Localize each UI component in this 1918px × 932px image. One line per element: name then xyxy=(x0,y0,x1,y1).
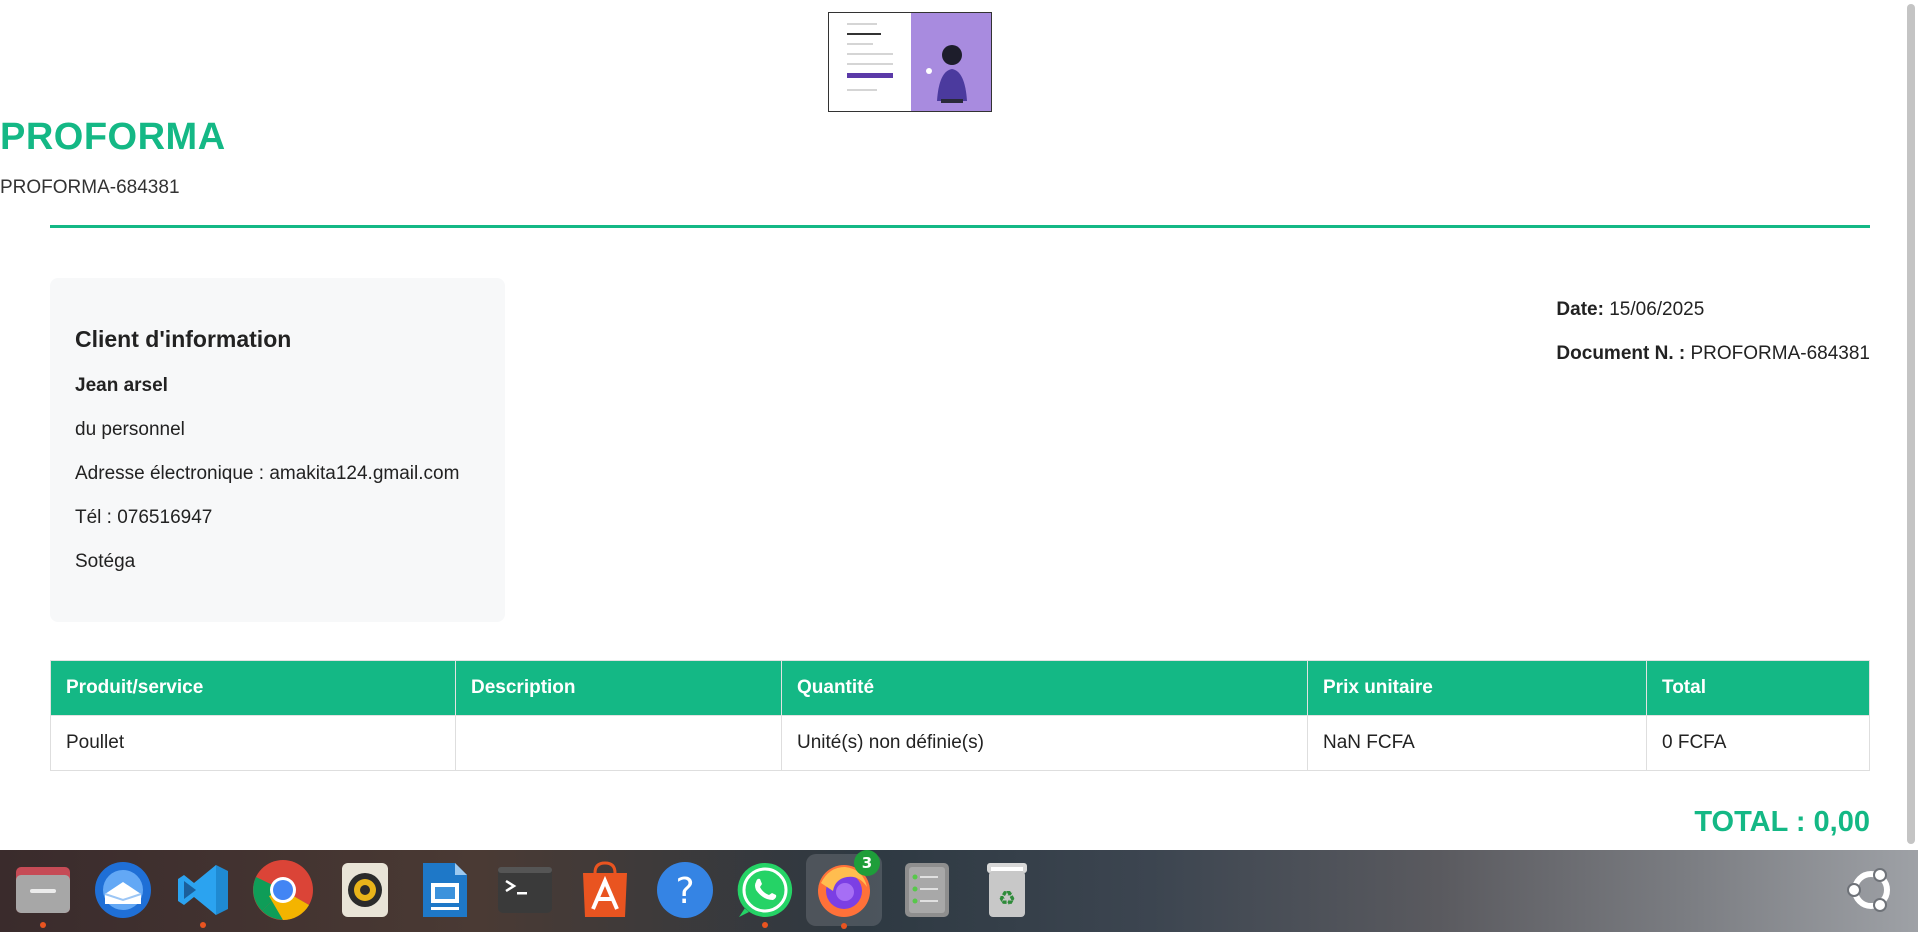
chrome-icon xyxy=(252,859,314,921)
scrollbar-thumb[interactable] xyxy=(1907,4,1915,844)
dock-item-rhythmbox[interactable] xyxy=(334,859,396,921)
document-number-value: PROFORMA-684381 xyxy=(1690,343,1870,364)
date-value: 15/06/2025 xyxy=(1609,299,1705,320)
cell-total: 0 FCFA xyxy=(1646,715,1870,771)
help-icon: ? xyxy=(654,859,716,921)
items-table: Produit/service Description Quantité Pri… xyxy=(50,660,1870,771)
document-number-label: Document N. : xyxy=(1556,343,1686,364)
table-header-row: Produit/service Description Quantité Pri… xyxy=(50,660,1870,716)
dock-item-chrome[interactable] xyxy=(252,859,314,921)
dock-item-whatsapp[interactable] xyxy=(734,859,796,928)
libreoffice-impress-icon xyxy=(414,859,476,921)
dock-item-thunderbird[interactable] xyxy=(92,859,154,921)
svg-text:?: ? xyxy=(675,871,694,912)
column-header-product: Produit/service xyxy=(50,660,456,716)
dock-item-trash[interactable]: ♻ xyxy=(976,859,1038,921)
dock-item-terminal[interactable] xyxy=(494,859,556,921)
dock-item-app-center[interactable] xyxy=(574,859,636,921)
cell-unit-price: NaN FCFA xyxy=(1307,715,1647,771)
column-header-total: Total xyxy=(1646,660,1870,716)
document-reference: PROFORMA-684381 xyxy=(0,177,180,198)
dock-item-archive-manager[interactable] xyxy=(896,859,958,921)
company-logo xyxy=(828,12,992,112)
dock-item-show-apps[interactable] xyxy=(1840,859,1902,921)
grand-total: TOTAL : 0,00 xyxy=(1694,806,1870,838)
vertical-scrollbar[interactable] xyxy=(1904,0,1918,850)
header-divider xyxy=(50,225,1870,228)
app-center-icon xyxy=(574,859,636,921)
cell-product: Poullet xyxy=(50,715,456,771)
dock-item-help[interactable]: ? xyxy=(654,859,716,921)
ubuntu-apps-icon xyxy=(1840,859,1902,921)
files-icon xyxy=(12,859,74,921)
firefox-notification-badge: 3 xyxy=(854,850,880,876)
document-meta: Date: 15/06/2025 Document N. : PROFORMA-… xyxy=(1556,296,1870,384)
client-info-card: Client d'information Jean arsel du perso… xyxy=(50,278,505,622)
rhythmbox-icon xyxy=(334,859,396,921)
client-role: du personnel xyxy=(75,419,185,440)
whatsapp-icon xyxy=(734,859,796,921)
svg-text:♻: ♻ xyxy=(998,886,1016,910)
archive-manager-icon xyxy=(896,859,958,921)
client-name: Jean arsel xyxy=(75,375,168,396)
trash-icon: ♻ xyxy=(976,859,1038,921)
thunderbird-icon xyxy=(92,859,154,921)
cell-description xyxy=(455,715,782,771)
client-phone: Tél : 076516947 xyxy=(75,507,213,528)
dock-item-firefox[interactable]: 3 xyxy=(806,850,882,929)
document-title: PROFORMA xyxy=(0,116,226,158)
document-viewport: PROFORMA PROFORMA-684381 Client d'inform… xyxy=(0,0,1918,850)
client-company: Sotéga xyxy=(75,551,136,572)
column-header-unit-price: Prix unitaire xyxy=(1307,660,1647,716)
column-header-quantity: Quantité xyxy=(781,660,1308,716)
dock-item-libreoffice-impress[interactable] xyxy=(414,859,476,921)
terminal-icon xyxy=(494,859,556,921)
vscode-icon xyxy=(172,859,234,921)
cell-quantity: Unité(s) non définie(s) xyxy=(781,715,1308,771)
dock: ? 3 ♻ xyxy=(0,850,1918,932)
client-info-heading: Client d'information xyxy=(75,326,292,352)
dock-item-vscode[interactable] xyxy=(172,859,234,928)
client-email: Adresse électronique : amakita124.gmail.… xyxy=(75,463,460,484)
table-row: Poullet Unité(s) non définie(s) NaN FCFA… xyxy=(50,715,1870,771)
date-label: Date: xyxy=(1556,299,1604,320)
dock-item-files[interactable] xyxy=(12,859,74,928)
document-number-row: Document N. : PROFORMA-684381 xyxy=(1556,340,1870,367)
column-header-description: Description xyxy=(455,660,782,716)
date-row: Date: 15/06/2025 xyxy=(1556,296,1870,323)
